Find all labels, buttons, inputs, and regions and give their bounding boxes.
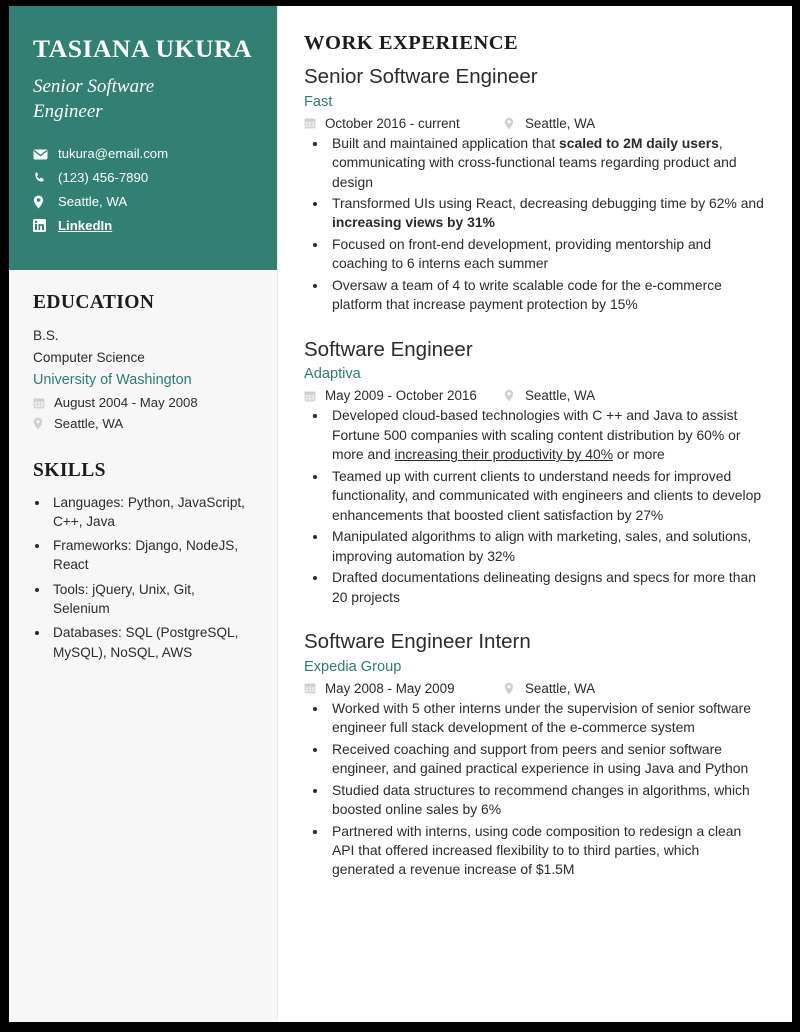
- job-role: Senior Software Engineer: [304, 65, 538, 88]
- job-location-text: Seattle, WA: [525, 115, 596, 131]
- job-location-text: Seattle, WA: [525, 388, 596, 404]
- map-pin-icon: [504, 117, 519, 130]
- candidate-title: Senior Software Engineer: [33, 76, 155, 123]
- education-school: University of Washington: [33, 371, 192, 388]
- education-location-text: Seattle, WA: [54, 415, 124, 431]
- map-pin-icon: [504, 389, 519, 402]
- calendar-icon: [304, 390, 319, 402]
- job-entry: Senior Software Engineer Fast October 20…: [304, 64, 765, 315]
- work-experience-heading: WORK EXPERIENCE: [304, 32, 519, 54]
- job-bullets: Worked with 5 other interns under the su…: [304, 699, 765, 880]
- education-location: Seattle, WA: [33, 414, 253, 434]
- contact-linkedin[interactable]: LinkedIn: [33, 218, 253, 234]
- list-item: Tools: jQuery, Unix, Git, Selenium: [50, 580, 253, 619]
- education-field: Computer Science: [33, 349, 145, 365]
- list-item: Drafted documentations delineating desig…: [328, 568, 765, 607]
- main-content: WORK EXPERIENCE Senior Software Engineer…: [278, 6, 792, 1022]
- skills-heading: SKILLS: [33, 459, 106, 481]
- education-dates: August 2004 - May 2008: [33, 393, 253, 413]
- contact-location-text: Seattle, WA: [58, 193, 128, 209]
- job-location-text: Seattle, WA: [525, 680, 596, 696]
- job-dates-text: May 2009 - October 2016: [325, 388, 477, 404]
- job-dates: October 2016 - current: [304, 116, 504, 131]
- candidate-name: TASIANA UKURA: [33, 34, 253, 63]
- page-frame: TASIANA UKURA Senior Software Engineer t…: [0, 0, 800, 1032]
- list-item: Built and maintained application that sc…: [328, 134, 765, 192]
- education-heading: EDUCATION: [33, 291, 155, 313]
- list-item: Oversaw a team of 4 to write scalable co…: [328, 276, 765, 315]
- list-item: Studied data structures to recommend cha…: [328, 781, 765, 820]
- job-location: Seattle, WA: [504, 681, 595, 696]
- list-item: Focused on front-end development, provid…: [328, 235, 765, 274]
- list-item: Manipulated algorithms to align with mar…: [328, 527, 765, 566]
- job-meta: May 2008 - May 2009 Seattle, WA: [304, 681, 765, 696]
- job-location: Seattle, WA: [504, 116, 595, 131]
- job-bullets: Developed cloud-based technologies with …: [304, 406, 765, 607]
- contact-email-text: tukura@email.com: [58, 146, 169, 162]
- contact-phone[interactable]: (123) 456-7890: [33, 170, 253, 186]
- contact-location: Seattle, WA: [33, 194, 253, 210]
- list-item: Databases: SQL (PostgreSQL, MySQL), NoSQ…: [50, 623, 253, 662]
- job-role: Software Engineer: [304, 337, 473, 361]
- calendar-icon: [304, 117, 319, 129]
- sidebar-header: TASIANA UKURA Senior Software Engineer t…: [9, 6, 277, 270]
- job-dates-text: October 2016 - current: [325, 115, 460, 131]
- job-meta: May 2009 - October 2016 Seattle, WA: [304, 388, 765, 403]
- education-degree: B.S.: [33, 327, 59, 343]
- map-pin-icon: [504, 682, 519, 695]
- skills-section: SKILLS Languages: Python, JavaScript, C+…: [33, 460, 253, 662]
- job-location: Seattle, WA: [504, 388, 595, 403]
- job-dates: May 2009 - October 2016: [304, 388, 504, 403]
- skills-list: Languages: Python, JavaScript, C++, Java…: [33, 493, 253, 662]
- calendar-icon: [33, 397, 48, 409]
- job-dates: May 2008 - May 2009: [304, 681, 504, 696]
- job-company: Adaptiva: [304, 366, 361, 383]
- sidebar: TASIANA UKURA Senior Software Engineer t…: [9, 6, 278, 1022]
- job-entry: Software Engineer Adaptiva May 2009 - Oc…: [304, 337, 765, 607]
- contact-list: tukura@email.com (123) 456-7890 Seattle,…: [33, 146, 253, 233]
- education-dates-text: August 2004 - May 2008: [54, 394, 198, 410]
- job-bullets: Built and maintained application that sc…: [304, 134, 765, 315]
- contact-linkedin-text: LinkedIn: [58, 217, 113, 233]
- linkedin-icon: [33, 219, 50, 233]
- list-item: Transformed UIs using React, decreasing …: [328, 194, 765, 233]
- phone-icon: [33, 171, 50, 184]
- calendar-icon: [304, 682, 319, 694]
- list-item: Teamed up with current clients to unders…: [328, 467, 765, 525]
- job-company: Expedia Group: [304, 658, 402, 675]
- list-item: Worked with 5 other interns under the su…: [328, 699, 765, 738]
- job-meta: October 2016 - current Seattle, WA: [304, 116, 765, 131]
- map-pin-icon: [33, 195, 50, 209]
- sidebar-body: EDUCATION B.S. Computer Science Universi…: [9, 270, 277, 662]
- education-section: EDUCATION B.S. Computer Science Universi…: [33, 292, 253, 434]
- job-entry: Software Engineer Intern Expedia Group M…: [304, 629, 765, 880]
- contact-phone-text: (123) 456-7890: [58, 170, 149, 186]
- job-role: Software Engineer Intern: [304, 630, 531, 654]
- envelope-icon: [33, 149, 50, 160]
- list-item: Received coaching and support from peers…: [328, 740, 765, 779]
- map-pin-icon: [33, 417, 48, 430]
- job-company: Fast: [304, 93, 333, 110]
- list-item: Partnered with interns, using code compo…: [328, 822, 765, 880]
- list-item: Developed cloud-based technologies with …: [328, 406, 765, 464]
- contact-email[interactable]: tukura@email.com: [33, 146, 253, 162]
- list-item: Frameworks: Django, NodeJS, React: [50, 536, 253, 575]
- resume-page: TASIANA UKURA Senior Software Engineer t…: [9, 6, 792, 1022]
- job-dates-text: May 2008 - May 2009: [325, 680, 455, 696]
- list-item: Languages: Python, JavaScript, C++, Java: [50, 493, 253, 532]
